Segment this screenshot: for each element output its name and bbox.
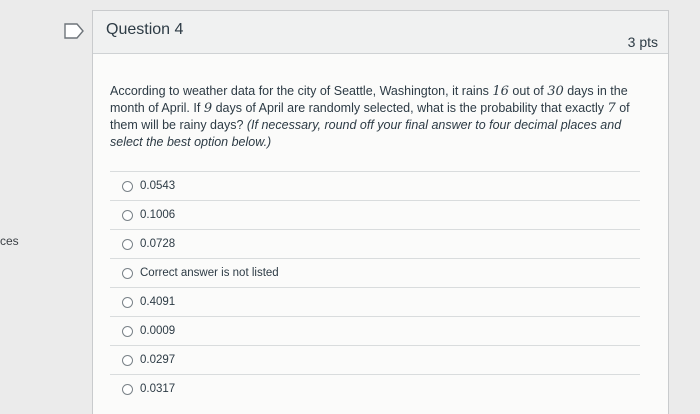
rain-days-value: 16: [492, 84, 509, 99]
quiz-page: ces Question 4 3 pts According to weathe…: [0, 0, 700, 414]
answer-option[interactable]: Correct answer is not listed: [110, 258, 640, 287]
answer-option[interactable]: 0.0543: [110, 171, 640, 200]
radio-icon[interactable]: [122, 209, 133, 221]
answer-label: 0.1006: [140, 209, 176, 221]
selected-days-value: 9: [203, 101, 213, 116]
radio-icon[interactable]: [122, 238, 133, 250]
answer-option[interactable]: 0.0317: [110, 374, 640, 403]
total-days-value: 30: [547, 84, 564, 99]
radio-icon[interactable]: [122, 267, 133, 279]
answer-label: 0.0728: [140, 238, 176, 250]
sidebar-fragment: ces: [0, 234, 19, 248]
radio-icon[interactable]: [122, 325, 133, 337]
answer-list: 0.0543 0.1006 0.0728 Correct answer is n…: [110, 171, 640, 403]
radio-icon[interactable]: [122, 180, 133, 192]
question-header: Question 4 3 pts: [93, 11, 668, 54]
answer-option[interactable]: 0.0009: [110, 316, 640, 345]
prompt-text-4: days of April are randomly selected, wha…: [215, 101, 604, 115]
exact-days-value: 7: [607, 101, 616, 116]
answer-label: 0.0009: [140, 325, 176, 337]
question-title: Question 4: [106, 21, 184, 38]
answer-option[interactable]: 0.0728: [110, 229, 640, 258]
question-card: Question 4 3 pts According to weather da…: [92, 10, 669, 414]
answer-label: Correct answer is not listed: [140, 267, 279, 279]
answer-option[interactable]: 0.4091: [110, 287, 640, 316]
radio-icon[interactable]: [122, 354, 133, 366]
flag-question-icon[interactable]: [63, 22, 85, 40]
question-points: 3 pts: [627, 34, 658, 50]
answer-option[interactable]: 0.1006: [110, 200, 640, 229]
question-prompt: According to weather data for the city o…: [110, 83, 638, 151]
answer-option[interactable]: 0.0297: [110, 345, 640, 374]
prompt-text-2: out of: [512, 84, 544, 98]
answer-label: 0.0543: [140, 180, 176, 192]
answer-label: 0.4091: [140, 296, 176, 308]
answer-label: 0.0297: [140, 354, 176, 366]
answer-label: 0.0317: [140, 383, 176, 395]
radio-icon[interactable]: [122, 296, 133, 308]
prompt-text-1: According to weather data for the city o…: [110, 84, 489, 98]
radio-icon[interactable]: [122, 383, 133, 395]
